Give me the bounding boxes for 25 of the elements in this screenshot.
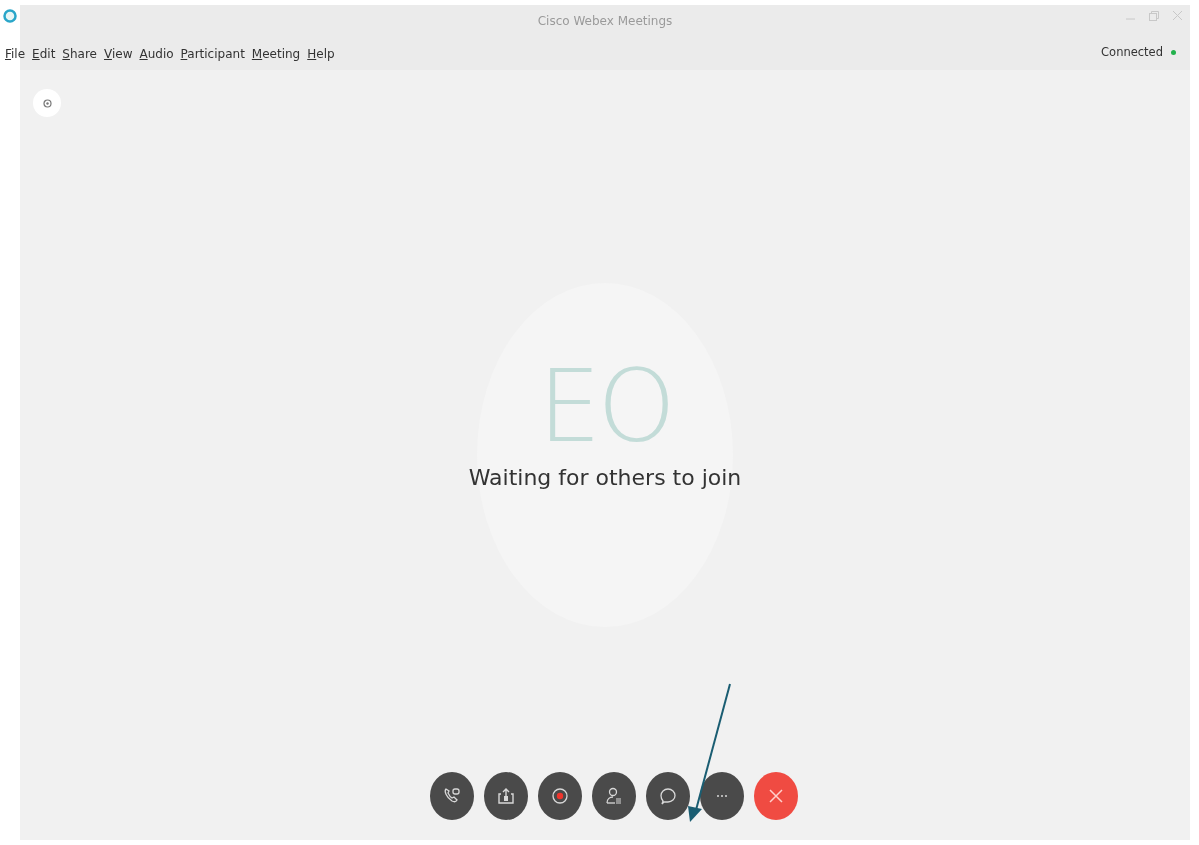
settings-icon (42, 98, 52, 108)
menu-item[interactable]: Meeting (251, 45, 301, 63)
waiting-message: Waiting for others to join (468, 463, 742, 492)
chat-bubble-icon (658, 786, 678, 806)
share-button[interactable] (484, 772, 528, 820)
record-icon (550, 786, 570, 806)
menu-item[interactable]: File (5, 45, 26, 63)
window-title: Cisco Webex Meetings (537, 13, 673, 30)
menu-item[interactable]: Edit (32, 45, 56, 63)
menu-item[interactable]: View (104, 45, 133, 63)
chat-button[interactable] (646, 772, 690, 820)
share-icon (496, 786, 516, 806)
record-button[interactable] (538, 772, 582, 820)
leave-button[interactable] (754, 772, 798, 820)
app-logo-icon (3, 9, 17, 23)
participants-button[interactable] (592, 772, 636, 820)
more-button[interactable] (700, 772, 744, 820)
person-icon (604, 786, 624, 806)
connection-status: Connected (1101, 44, 1163, 61)
menu-item[interactable]: Help (307, 45, 335, 63)
menu-item[interactable]: Share (62, 45, 97, 63)
audio-button[interactable] (430, 772, 474, 820)
settings-button[interactable] (33, 89, 61, 117)
menu-item[interactable]: Participant (180, 45, 245, 63)
menu-item[interactable]: Audio (139, 45, 174, 63)
